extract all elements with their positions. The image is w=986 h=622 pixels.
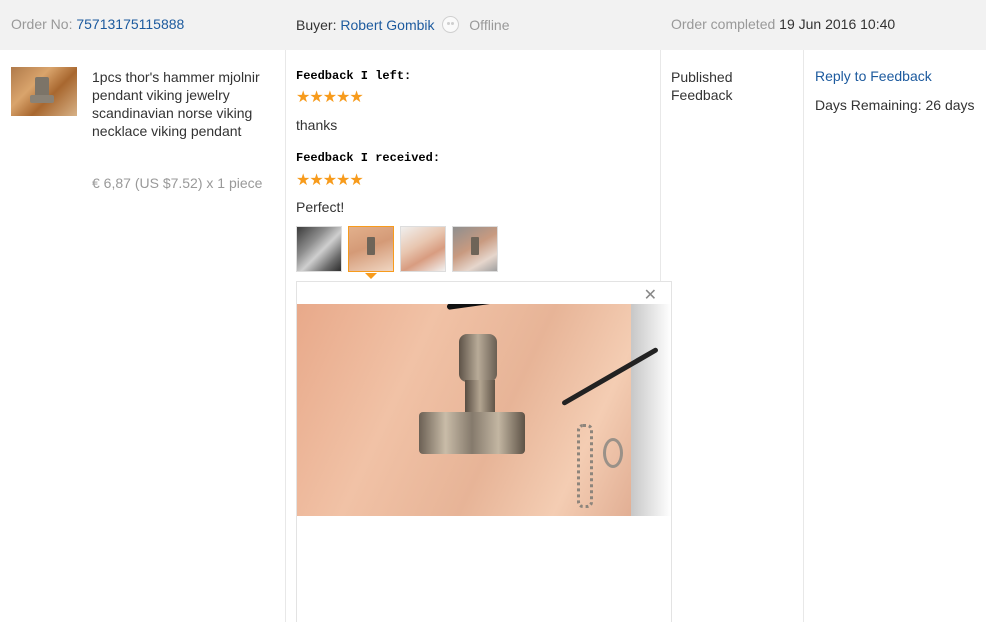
buyer-field: Buyer: Robert Gombik Offline [296,16,510,33]
order-number-label: Order No: [11,16,73,32]
order-completed-date: 19 Jun 2016 10:40 [779,16,896,32]
feedback-photo-thumb[interactable] [400,226,446,272]
column-divider [803,50,804,622]
offline-chat-icon[interactable] [442,16,460,33]
order-header: Order No: 75713175115888 Buyer: Robert G… [0,0,986,50]
reply-to-feedback-link[interactable]: Reply to Feedback [815,68,932,84]
column-divider [285,50,286,622]
product-image[interactable] [11,67,77,116]
feedback-received-label: Feedback I received: [296,151,441,165]
feedback-received-text: Perfect! [296,199,345,215]
product-price: € 6,87 (US $7.52) x 1 piece [92,175,263,191]
days-remaining: Days Remaining: 26 days [815,97,975,113]
feedback-left-text: thanks [296,117,338,133]
close-icon[interactable]: ✕ [644,288,657,304]
photo-preview-image [297,304,671,516]
feedback-photo-thumb-selected[interactable] [348,226,394,272]
buyer-name-link[interactable]: Robert Gombik [340,17,434,33]
buyer-label: Buyer: [296,17,337,33]
feedback-received-stars: ★★★★★ [296,172,364,189]
feedback-left-stars: ★★★★★ [296,89,364,106]
selected-photo-pointer-icon [365,273,377,279]
order-number-field: Order No: 75713175115888 [11,16,184,32]
buyer-status: Offline [469,17,510,33]
pendant-shape [30,95,54,103]
order-completed-label: Order completed [671,16,776,32]
feedback-photo-thumb[interactable] [296,226,342,272]
feedback-left-label: Feedback I left: [296,69,412,83]
order-number-link[interactable]: 75713175115888 [76,16,184,32]
photo-preview-panel: ✕ [296,281,672,622]
feedback-photo-thumb[interactable] [452,226,498,272]
feedback-status: Published Feedback [671,69,733,103]
order-completed-field: Order completed 19 Jun 2016 10:40 [671,16,895,32]
product-title[interactable]: 1pcs thor's hammer mjolnir pendant vikin… [92,68,278,140]
